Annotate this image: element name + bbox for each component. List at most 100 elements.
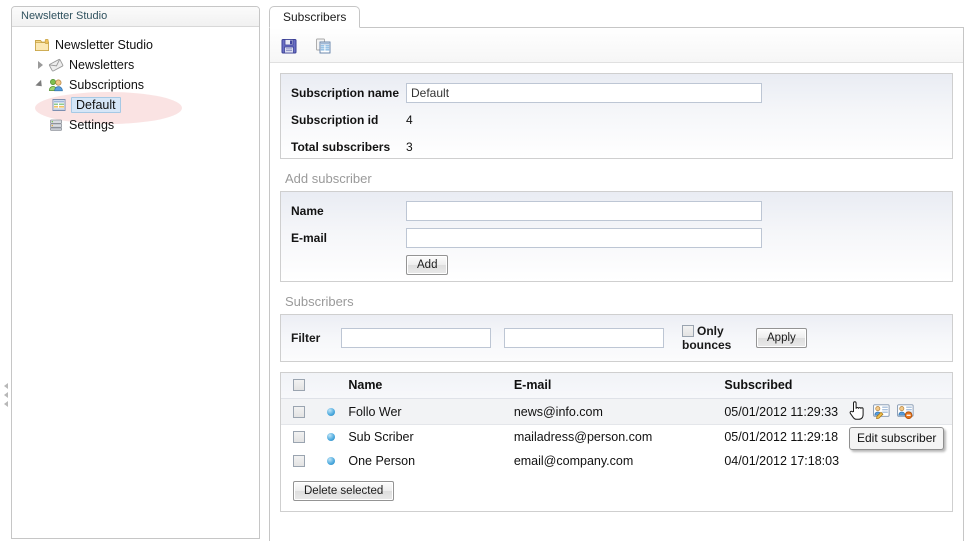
only-bounces-checkbox[interactable]: Only bounces [682, 324, 744, 352]
apply-filter-button[interactable]: Apply [756, 328, 807, 348]
sidebar-item-settings[interactable]: Settings [20, 115, 259, 135]
row-checkbox-cell[interactable] [281, 398, 327, 425]
status-header [326, 373, 349, 399]
column-header-email[interactable]: E-mail [513, 373, 725, 399]
application-window: Newsletter Studio Newsletter Studio News… [0, 0, 970, 541]
row-checkbox-cell[interactable] [281, 449, 327, 473]
main-content-area: Subscribers Subscription name Default Su… [269, 5, 964, 541]
select-all-checkbox-icon[interactable] [293, 379, 305, 391]
filter-panel: Filter Only bounces Apply [280, 314, 953, 362]
subscribers-table: Name E-mail Subscribed Follo Wer news@in… [281, 373, 952, 473]
row-checkbox-icon[interactable] [293, 431, 305, 443]
add-subscriber-panel: Name E-mail Add [280, 191, 953, 282]
chevron-left-icon [3, 401, 8, 407]
status-bullet-icon [326, 407, 335, 416]
subscription-list-icon [51, 97, 67, 113]
filter-email-input[interactable] [504, 328, 664, 348]
chevron-left-icon [3, 383, 8, 389]
status-bullet-icon [326, 433, 335, 441]
chevron-down-icon[interactable] [34, 78, 48, 92]
sidebar-item-label: Newsletters [69, 58, 135, 72]
row-checkbox-cell[interactable] [281, 425, 327, 450]
row-name-cell: Follo Wer [348, 398, 514, 425]
row-name-cell: One Person [348, 454, 416, 468]
filter-name-input[interactable] [341, 328, 491, 348]
sidebar-header: Newsletter Studio [12, 7, 259, 27]
save-floppy-icon[interactable] [280, 37, 300, 57]
row-email-cell: mailadress@person.com [513, 430, 653, 444]
subscription-name-input[interactable] [406, 82, 762, 103]
total-subscribers-value: 3 [406, 139, 413, 154]
export-table-icon[interactable] [314, 37, 334, 57]
table-row[interactable]: One Person email@company.com 04/01/2012 … [281, 449, 952, 473]
sidebar-collapse-splitter[interactable] [1, 380, 10, 410]
expander-none-icon [20, 38, 34, 52]
row-checkbox-icon[interactable] [293, 455, 305, 467]
subscribers-grid: Name E-mail Subscribed Follo Wer news@in… [280, 372, 953, 473]
sidebar-item-default[interactable]: Default [20, 95, 259, 115]
sidebar-item-newsletter-studio[interactable]: Newsletter Studio [20, 35, 259, 55]
add-name-label: Name [291, 203, 324, 218]
subscriptions-users-icon [48, 77, 64, 93]
row-actions-cell [873, 449, 952, 473]
select-all-header [281, 373, 327, 399]
settings-server-icon [48, 117, 64, 133]
add-subscriber-title: Add subscriber [285, 171, 372, 186]
expander-none-icon [34, 118, 48, 132]
add-email-input[interactable] [406, 227, 762, 248]
column-header-subscribed[interactable]: Subscribed [724, 373, 873, 399]
subscribers-section-title: Subscribers [285, 294, 354, 309]
add-email-label: E-mail [291, 230, 328, 245]
total-subscribers-label: Total subscribers [291, 139, 391, 154]
tooltip: Edit subscriber [849, 427, 945, 450]
grid-footer: Delete selected [280, 473, 953, 512]
delete-subscriber-icon[interactable] [896, 404, 914, 419]
sidebar-item-label: Newsletter Studio [55, 38, 153, 52]
table-header-row: Name E-mail Subscribed [281, 373, 952, 399]
add-subscriber-button[interactable]: Add [406, 254, 449, 275]
row-name-cell: Sub Scriber [348, 430, 414, 444]
sidebar-item-label: Subscriptions [69, 78, 145, 92]
newsletter-icon [48, 57, 64, 73]
table-row[interactable]: Follo Wer news@info.com 05/01/2012 11:29… [281, 398, 952, 425]
tab-strip: Subscribers [269, 5, 964, 28]
subscription-id-label: Subscription id [291, 112, 379, 127]
sidebar-item-label: Settings [69, 118, 115, 132]
subscription-id-value: 4 [406, 112, 413, 127]
add-name-row: Name [291, 200, 942, 221]
tab-label: Subscribers [283, 10, 347, 24]
delete-selected-button[interactable]: Delete selected [293, 481, 395, 501]
add-name-input[interactable] [406, 200, 762, 221]
row-status-cell [326, 449, 349, 473]
column-header-name[interactable]: Name [348, 373, 514, 399]
add-button-row: Add [291, 254, 942, 275]
subscription-name-row: Subscription name [291, 82, 942, 103]
sidebar-item-label: Default [71, 97, 121, 113]
tab-subscribers[interactable]: Subscribers [269, 6, 361, 28]
row-email-cell: news@info.com [513, 398, 725, 425]
tooltip-text: Edit subscriber [857, 431, 937, 445]
sidebar-item-subscriptions[interactable]: Subscriptions [20, 75, 259, 95]
subscription-info-panel: Subscription name Subscription id 4 Tota… [280, 73, 953, 159]
tab-panel: Subscription name Subscription id 4 Tota… [269, 28, 964, 541]
edit-subscriber-icon[interactable] [872, 404, 890, 420]
column-header-actions [872, 373, 952, 399]
row-subscribed-cell: 04/01/2012 17:18:03 [724, 454, 840, 468]
row-checkbox-icon[interactable] [293, 405, 305, 418]
add-email-row: E-mail [291, 227, 942, 248]
navigation-tree: Newsletter Studio Newsletters Subscripti… [12, 27, 259, 135]
subscription-name-label: Subscription name [291, 85, 400, 100]
checkbox-icon[interactable] [682, 325, 694, 337]
chevron-left-icon [3, 392, 8, 398]
chevron-right-icon[interactable] [34, 58, 48, 72]
table-header: Name E-mail Subscribed [281, 373, 952, 399]
sidebar-item-newsletters[interactable]: Newsletters [20, 55, 259, 75]
toolbar [270, 28, 963, 63]
row-status-cell [326, 425, 349, 450]
row-email-cell: email@company.com [513, 454, 634, 468]
row-status-cell [326, 398, 349, 425]
total-subscribers-row: Total subscribers 3 [291, 136, 942, 157]
status-bullet-icon [326, 457, 335, 465]
row-actions-cell [872, 398, 952, 425]
sidebar-panel: Newsletter Studio Newsletter Studio News… [11, 6, 260, 539]
